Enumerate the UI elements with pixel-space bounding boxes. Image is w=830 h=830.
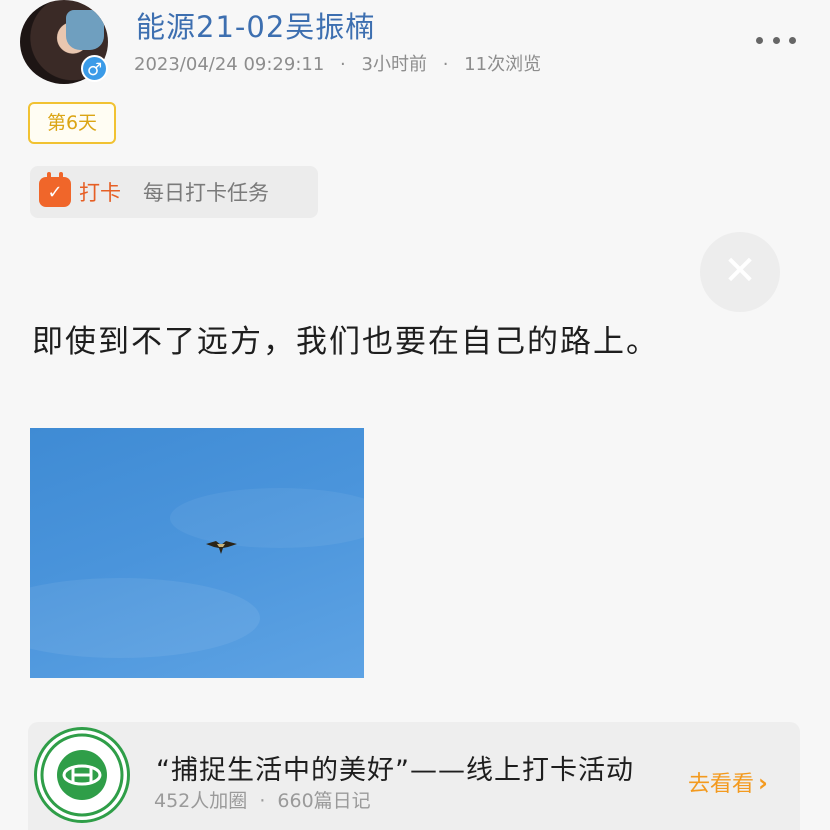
bird-in-sky-photo [30, 488, 364, 658]
username-link[interactable]: 能源21-02吴振楠 [136, 4, 375, 46]
dot-icon [789, 36, 796, 44]
checkin-task-tag[interactable]: ✓ 打卡 每日打卡任务 [30, 166, 318, 218]
close-button[interactable]: ✕ [700, 232, 780, 312]
member-count: 452人加圈 [154, 790, 248, 812]
post-meta: 2023/04/24 09:29:11 · 3小时前 · 11次浏览 [134, 50, 541, 76]
dot-icon [756, 36, 763, 44]
male-gender-icon: ♂ [81, 55, 108, 82]
chevron-right-icon: › [758, 769, 768, 797]
meta-separator: · [340, 54, 346, 75]
post-photo[interactable] [30, 428, 364, 678]
dot-icon [772, 36, 780, 44]
diary-count: 660篇日记 [277, 790, 371, 812]
post-body-text: 即使到不了远方，我们也要在自己的路上。 [32, 324, 659, 360]
activity-stats: 452人加圈 · 660篇日记 [154, 786, 371, 813]
calendar-check-icon: ✓ [39, 172, 71, 207]
checkmark-glyph: ✓ [47, 181, 63, 203]
post-datetime: 2023/04/24 09:29:11 [134, 54, 325, 75]
day-count-badge: 第6天 [28, 102, 116, 144]
view-activity-link[interactable]: 去看看 › [688, 766, 768, 798]
activity-card[interactable]: “捕捉生活中的美好”——线上打卡活动 452人加圈 · 660篇日记 去看看 › [28, 722, 800, 830]
checkin-label: 打卡 [79, 181, 121, 205]
college-logo [34, 727, 130, 823]
more-options-button[interactable] [756, 26, 796, 54]
view-count: 11次浏览 [464, 54, 542, 75]
checkin-task-name: 每日打卡任务 [143, 181, 269, 205]
view-link-label: 去看看 [688, 772, 755, 797]
post-time-ago: 3小时前 [361, 54, 427, 75]
meta-separator: · [442, 54, 449, 75]
college-emblem-icon [40, 733, 124, 817]
activity-title: “捕捉生活中的美好”——线上打卡活动 [156, 755, 634, 786]
face-mask-graphic [66, 10, 104, 50]
stats-separator: · [259, 790, 266, 812]
